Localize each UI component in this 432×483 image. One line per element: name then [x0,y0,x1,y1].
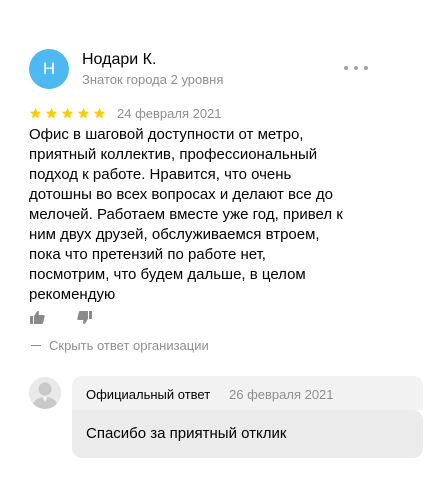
author-status: Знаток города 2 уровня [82,72,224,87]
rating-stars [29,107,106,120]
review-text-line: подход к работе. Нравится, что очень [29,166,292,183]
review-card: Н Нодари К. Знаток города 2 уровня 24 фе… [0,0,432,483]
thumbs-down-icon [77,311,92,324]
review-text-line: ним двух друзей, обслуживаемся втроем, [29,226,320,243]
official-reply-body: Спасибо за приятный отклик [72,410,423,458]
star-icon [29,107,42,119]
review-text: Офис в шаговой доступности от метро, при… [29,125,389,305]
star-icon [93,107,106,119]
more-dots-icon [364,66,368,70]
official-reply-text: Спасибо за приятный отклик [86,425,287,442]
review-text-line: приятный коллектив, профессиональный [29,146,318,163]
review-text-line: пока что претензий по работе нет, [29,246,266,263]
dislike-button[interactable] [76,309,93,326]
review-text-line: посмотрим, что будем дальше, в целом [29,266,306,283]
official-reply-date: 26 февраля 2021 [229,387,334,402]
author-initial: Н [42,59,56,78]
review-text-line: рекомендую [29,286,116,303]
hide-answer-link[interactable]: Скрыть ответ организации [31,338,209,353]
official-reply-header: Официальный ответ 26 февраля 2021 [72,376,423,410]
review-text-line: Офис в шаговой доступности от метро, [29,126,304,143]
star-icon [61,107,74,119]
organization-avatar [29,377,61,409]
author-avatar[interactable]: Н [29,49,69,89]
review-text-line: дотошны во всех вопросах и делают все до [29,186,333,203]
star-icon [77,107,90,119]
like-button[interactable] [29,309,46,326]
thumbs-up-icon [30,311,45,324]
official-reply-label: Официальный ответ [86,387,211,402]
review-date: 24 февраля 2021 [117,106,222,121]
more-dots-icon [354,66,358,70]
dash-icon [31,345,41,346]
more-options-button[interactable] [344,62,368,74]
hide-answer-label: Скрыть ответ организации [49,338,209,353]
author-name[interactable]: Нодари К. [82,51,156,69]
review-text-line: мелочей. Работаем вместе уже год, привел… [29,206,343,223]
organization-avatar-icon [29,377,61,409]
more-dots-icon [344,66,348,70]
star-icon [45,107,58,119]
